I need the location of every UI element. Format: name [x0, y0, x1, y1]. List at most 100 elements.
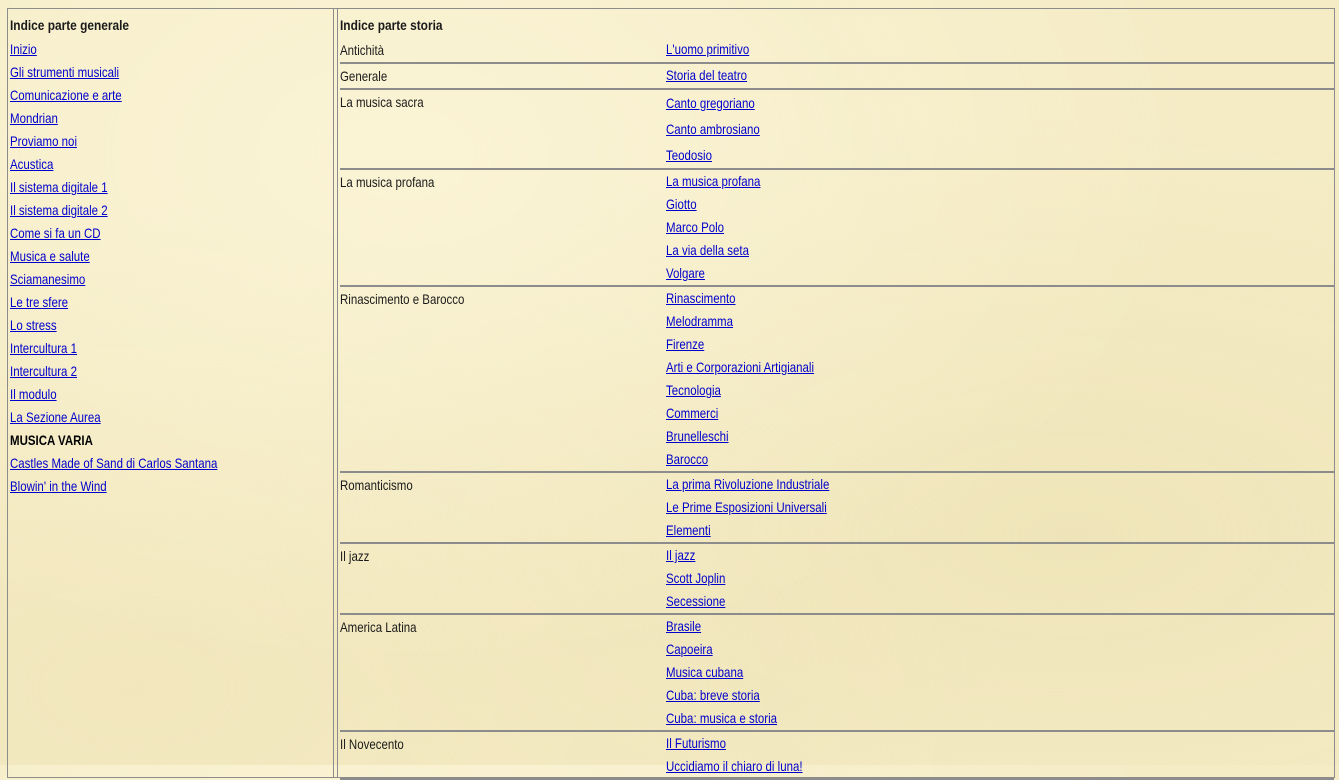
history-topic-wrapper: La musica profana: [666, 170, 760, 193]
general-index-section-heading: MUSICA VARIA: [10, 432, 93, 448]
history-topic-link[interactable]: Capoeira: [666, 641, 713, 657]
history-topic-wrapper: La prima Rivoluzione Industriale: [666, 473, 829, 496]
general-index-link[interactable]: Intercultura 1: [10, 340, 77, 356]
general-index-link[interactable]: Inizio: [10, 41, 37, 57]
general-index-link[interactable]: Lo stress: [10, 317, 57, 333]
history-topic-wrapper: Canto ambrosiano: [666, 116, 760, 142]
general-index-link[interactable]: Le tre sfere: [10, 294, 68, 310]
general-index-link[interactable]: La Sezione Aurea: [10, 409, 101, 425]
history-topic-link[interactable]: Tecnologia: [666, 382, 721, 398]
history-period-label: Antichità: [340, 42, 385, 58]
history-topic-item: La via della seta: [666, 239, 1334, 262]
history-topic-link[interactable]: Canto gregoriano: [666, 95, 755, 111]
history-topic-link[interactable]: Melodramma: [666, 313, 733, 329]
general-index-link[interactable]: Castles Made of Sand di Carlos Santana: [10, 455, 217, 471]
history-topic-link[interactable]: Uccidiamo il chiaro di luna!: [666, 758, 803, 774]
history-topic-link[interactable]: Teodosio: [666, 147, 712, 163]
general-index-item: Il sistema digitale 2: [10, 199, 273, 222]
general-index-link[interactable]: Blowin' in the Wind: [10, 478, 107, 494]
history-period-name: Il jazz: [340, 543, 666, 615]
general-index-item: Intercultura 1: [10, 337, 273, 360]
general-index-link[interactable]: Comunicazione e arte: [10, 87, 122, 103]
history-topic-link[interactable]: Volgare: [666, 265, 705, 281]
history-topic-link[interactable]: Rinascimento: [666, 290, 736, 306]
history-topic-item: Canto gregoriano: [666, 90, 1334, 116]
history-topic-item: Arti e Corporazioni Artigianali: [666, 356, 1334, 379]
history-topic-link[interactable]: Canto ambrosiano: [666, 121, 760, 137]
history-topic-wrapper: Volgare: [666, 262, 705, 285]
history-topic-link[interactable]: L'uomo primitivo: [666, 41, 749, 57]
history-topic-item: Capoeira: [666, 638, 1334, 661]
history-topic-wrapper: Elementi: [666, 519, 711, 542]
history-topic-link[interactable]: Elementi: [666, 522, 711, 538]
history-period-topics: Brasile Capoeira Musica cubana Cuba: breve …: [666, 614, 1334, 732]
history-period-row: America Latina Brasile Capoeira Musica cuba…: [340, 614, 1334, 732]
general-index-item: Musica e salute: [10, 245, 273, 268]
general-index-link[interactable]: Come si fa un CD: [10, 225, 101, 241]
history-topic-link[interactable]: Giotto: [666, 196, 697, 212]
history-topic-wrapper: Tecnologia: [666, 379, 721, 402]
history-topic-link[interactable]: Storia del teatro: [666, 67, 747, 83]
general-index-link[interactable]: Il modulo: [10, 386, 57, 402]
general-index-link[interactable]: Mondrian: [10, 110, 58, 126]
history-period-label: Il jazz: [340, 548, 370, 564]
history-period-name: Rinascimento e Barocco: [340, 286, 666, 473]
history-topic-link[interactable]: Brasile: [666, 618, 701, 634]
history-topic-wrapper: Canto gregoriano: [666, 90, 755, 116]
history-topic-link[interactable]: Secessione: [666, 593, 725, 609]
history-topic-item: La musica profana: [666, 170, 1334, 193]
general-index-link[interactable]: Musica e salute: [10, 248, 90, 264]
history-topic-link[interactable]: La musica profana: [666, 173, 760, 189]
general-index-link[interactable]: Acustica: [10, 156, 53, 172]
history-topic-link[interactable]: La via della seta: [666, 242, 749, 258]
history-period-row: Il Novecento Il Futurismo Uccidiamo il chi…: [340, 731, 1334, 780]
history-period-topics: Rinascimento Melodramma Firenze Arti e Corp…: [666, 286, 1334, 473]
history-topic-link[interactable]: Cuba: musica e storia: [666, 710, 777, 726]
history-topic-wrapper: Cuba: breve storia: [666, 684, 760, 707]
history-topic-link[interactable]: Musica cubana: [666, 664, 743, 680]
history-topic-link[interactable]: Il Futurismo: [666, 735, 726, 751]
general-index-item: Sciamanesimo: [10, 268, 273, 291]
general-index-item: Blowin' in the Wind: [10, 475, 273, 498]
history-topic-wrapper: Musica cubana: [666, 661, 743, 684]
history-period-name: Il Novecento: [340, 731, 666, 780]
history-topic-item: Scott Joplin: [666, 567, 1334, 590]
history-period-row: La musica profana La musica profana Giotto…: [340, 169, 1334, 287]
history-topic-link[interactable]: Arti e Corporazioni Artigianali: [666, 359, 814, 375]
history-topic-link[interactable]: Firenze: [666, 336, 704, 352]
general-index-item: Intercultura 2: [10, 360, 273, 383]
general-index-link[interactable]: Proviamo noi: [10, 133, 77, 149]
history-topic-wrapper: Rinascimento: [666, 287, 736, 310]
history-topic-link[interactable]: Scott Joplin: [666, 570, 725, 586]
history-topic-link[interactable]: Il jazz: [666, 547, 695, 563]
history-topic-wrapper: Scott Joplin: [666, 567, 725, 590]
history-topic-link[interactable]: Brunelleschi: [666, 428, 729, 444]
history-topic-wrapper: Storia del teatro: [666, 64, 747, 87]
general-index-link[interactable]: Intercultura 2: [10, 363, 77, 379]
history-topic-wrapper: Le Prime Esposizioni Universali: [666, 496, 827, 519]
history-topic-wrapper: Teodosio: [666, 142, 712, 168]
general-index-link[interactable]: Il sistema digitale 1: [10, 179, 108, 195]
history-topic-link[interactable]: Le Prime Esposizioni Universali: [666, 499, 827, 515]
history-topic-link[interactable]: Commerci: [666, 405, 718, 421]
history-topic-link[interactable]: Marco Polo: [666, 219, 724, 235]
history-topic-link[interactable]: La prima Rivoluzione Industriale: [666, 476, 829, 492]
history-period-name: Romanticismo: [340, 472, 666, 544]
general-index-item: Mondrian: [10, 107, 273, 130]
history-topic-item: Secessione: [666, 590, 1334, 613]
history-topic-wrapper: L'uomo primitivo: [666, 38, 749, 61]
history-period-name: La musica sacra: [340, 89, 666, 170]
history-topic-item: Il Futurismo: [666, 732, 1334, 755]
history-period-name: Generale: [340, 63, 666, 90]
general-index-link[interactable]: Gli strumenti musicali: [10, 64, 119, 80]
general-index-link[interactable]: Sciamanesimo: [10, 271, 85, 287]
history-topic-link[interactable]: Barocco: [666, 451, 708, 467]
history-topic-wrapper: Cuba: musica e storia: [666, 707, 777, 730]
general-index-link[interactable]: Il sistema digitale 2: [10, 202, 108, 218]
history-topic-wrapper: Secessione: [666, 590, 725, 613]
history-index-title: Indice parte storia: [340, 17, 443, 33]
history-topic-wrapper: Arti e Corporazioni Artigianali: [666, 356, 814, 379]
history-period-row: Rinascimento e Barocco Rinascimento Melodr…: [340, 286, 1334, 473]
history-topic-link[interactable]: Cuba: breve storia: [666, 687, 760, 703]
history-period-name: La musica profana: [340, 169, 666, 287]
